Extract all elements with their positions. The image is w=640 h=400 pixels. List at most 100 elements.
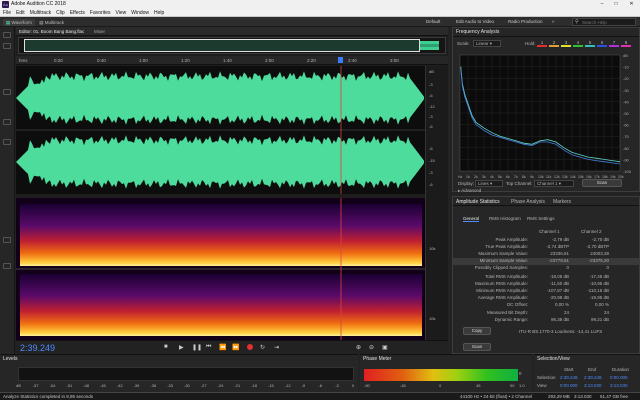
workspace-menu-icon[interactable]: » — [552, 19, 555, 24]
menu-edit[interactable]: Edit — [16, 9, 25, 17]
y-tick-label: -10 — [623, 65, 630, 70]
menu-effects[interactable]: Effects — [70, 9, 85, 17]
spectral-frequency-display[interactable] — [16, 198, 425, 340]
scale-dropdown[interactable]: Linear ▾ — [473, 40, 501, 47]
status-duration: 3:13.030 — [574, 394, 592, 399]
y-tick-label: -90 — [623, 157, 630, 162]
menu-favorites[interactable]: Favorites — [90, 9, 111, 17]
status-size: 293,29 MB — [548, 394, 570, 399]
tab-markers[interactable]: Markers — [553, 199, 571, 205]
view-start[interactable]: 0:00.000 — [560, 383, 578, 388]
display-label: Display: — [458, 181, 475, 186]
maximize-icon[interactable]: □ — [610, 0, 622, 9]
transport-bar: 2:39.249 ■ ▶ ❚❚ ⏮ ⏪ ⏩ ↻ ⇥ ⊕ ⊖ ▣ — [16, 340, 448, 354]
rewind-icon[interactable]: ⏪ — [219, 344, 226, 351]
files-panel-icon[interactable] — [3, 32, 11, 38]
current-timecode[interactable]: 2:39.249 — [20, 342, 55, 354]
media-browser-icon[interactable] — [3, 43, 11, 49]
overview-view-range[interactable] — [24, 39, 420, 52]
level-tick: -21 — [234, 383, 241, 388]
properties-icon[interactable] — [3, 139, 11, 145]
workspace-default[interactable]: Default — [426, 19, 440, 24]
selection-view-panel: Selection/View Start End Duration Select… — [534, 354, 640, 392]
level-tick: -18 — [251, 383, 257, 388]
hold-button-5[interactable]: 5 — [585, 40, 595, 47]
menu-view[interactable]: View — [115, 9, 126, 17]
subtab-rms-histogram[interactable]: RMS Histogram — [489, 216, 521, 221]
hold-button-2[interactable]: 2 — [549, 40, 559, 47]
time-ruler[interactable]: hms 0:20 0:40 1:00 1:20 1:40 2:00 2:20 2… — [16, 56, 448, 65]
playhead-marker-icon[interactable] — [338, 57, 343, 63]
workspace-radio[interactable]: Radio Production — [508, 19, 543, 24]
history-icon[interactable] — [3, 237, 11, 243]
waveform-view-button[interactable]: ▤ Waveform — [3, 18, 35, 26]
selection-end[interactable]: 2:39.249 — [584, 375, 602, 380]
hold-button-1[interactable]: 1 — [537, 40, 547, 47]
subtab-rms-settings[interactable]: RMS Settings — [527, 216, 555, 221]
pause-icon[interactable]: ❚❚ — [192, 344, 202, 351]
freq-scan-button[interactable]: Scan — [582, 179, 622, 187]
zoom-out-icon[interactable]: ⊖ — [369, 344, 374, 351]
hold-button-3[interactable]: 3 — [561, 40, 571, 47]
view-duration[interactable]: 3:13.030 — [610, 383, 628, 388]
editor-tab-row: Editor: 01. Boom Bang Bang.flac Mixer — [16, 27, 448, 36]
multitrack-icon: ▤ — [39, 19, 44, 25]
view-end[interactable]: 3:13.030 — [584, 383, 602, 388]
tab-amplitude-statistics[interactable]: Amplitude Statistics — [456, 199, 500, 205]
fast-forward-icon[interactable]: ⏩ — [232, 344, 239, 351]
view-row-label: View — [537, 383, 547, 388]
db-label: -6 — [429, 146, 433, 151]
video-icon[interactable] — [3, 263, 11, 269]
record-icon[interactable] — [247, 343, 253, 350]
copy-button[interactable]: Copy — [463, 327, 491, 335]
top-channel-dropdown[interactable]: Channel 1 ▾ — [534, 180, 574, 187]
effects-rack-icon[interactable] — [3, 89, 11, 95]
y-tick-label: -40 — [623, 99, 630, 104]
waveform-channel — [16, 71, 424, 125]
hold-button-6[interactable]: 6 — [597, 40, 607, 47]
search-input[interactable] — [582, 19, 634, 26]
selection-start[interactable]: 2:39.249 — [560, 375, 578, 380]
search-help-field[interactable]: ⚲ — [572, 18, 636, 26]
close-icon[interactable]: ✕ — [625, 0, 638, 9]
hold-button-4[interactable]: 4 — [573, 40, 583, 47]
advanced-toggle[interactable]: ▸ Advanced — [458, 188, 481, 194]
ruler-tick: 1:40 — [223, 57, 232, 63]
minimize-icon[interactable]: – — [596, 0, 608, 9]
tab-mixer[interactable]: Mixer — [94, 29, 105, 34]
display-dropdown[interactable]: Lines ▾ — [475, 180, 503, 187]
go-to-start-icon[interactable]: ⏮ — [206, 344, 211, 351]
x-tick-label: 6k — [506, 175, 510, 179]
multitrack-view-button[interactable]: ▤ Multitrack — [36, 19, 67, 26]
db-label: -3 — [429, 170, 433, 175]
amp-scan-button[interactable]: Scan — [463, 343, 491, 351]
tab-phase-analysis[interactable]: Phase Analysis — [511, 199, 545, 205]
table-row: Possibly Clipped Samples: 0 0 — [474, 265, 609, 270]
menu-window[interactable]: Window — [131, 9, 149, 17]
levels-panel: Levels dB -57 -54 -51 -48 -45 -42 -39 -36 -33 -30-… — [0, 354, 358, 392]
menu-file[interactable]: File — [3, 9, 11, 17]
menu-multitrack[interactable]: Multitrack — [30, 9, 51, 17]
stop-icon[interactable]: ■ — [164, 344, 168, 350]
hold-button-8[interactable]: 8 — [621, 40, 631, 47]
menu-bar: File Edit Multitrack Clip Effects Favorites Vi… — [0, 9, 640, 17]
selection-duration[interactable]: 0:00.000 — [610, 375, 628, 380]
markers-icon[interactable] — [3, 119, 11, 125]
y-tick-label: -80 — [623, 146, 630, 151]
statistics-table: Peak Amplitude: -2,79 dB -2,70 dB True Pea… — [453, 237, 639, 327]
frequency-graph[interactable]: dB -10 -20 -30 -40 -50 -60 -70 -80 -90 -100 Hz 1k 2k 3… — [456, 52, 638, 187]
level-tick: dB — [16, 383, 21, 388]
loop-icon[interactable]: ↻ — [260, 344, 265, 351]
menu-clip[interactable]: Clip — [56, 9, 65, 17]
hold-button-7[interactable]: 7 — [609, 40, 619, 47]
waveform-display[interactable] — [16, 66, 425, 194]
subtab-general[interactable]: General — [463, 216, 480, 222]
workspace-edit-video[interactable]: Edit Audio to Video — [456, 19, 494, 24]
tab-editor-file[interactable]: Editor: 01. Boom Bang Bang.flac — [19, 29, 84, 34]
ruler-tick: 2:00 — [265, 57, 274, 63]
skip-icon[interactable]: ⇥ — [274, 344, 279, 351]
zoom-in-icon[interactable]: ⊕ — [356, 344, 361, 351]
menu-help[interactable]: Help — [154, 9, 164, 17]
zoom-full-icon[interactable]: ▣ — [382, 344, 388, 351]
play-icon[interactable]: ▶ — [179, 344, 184, 351]
